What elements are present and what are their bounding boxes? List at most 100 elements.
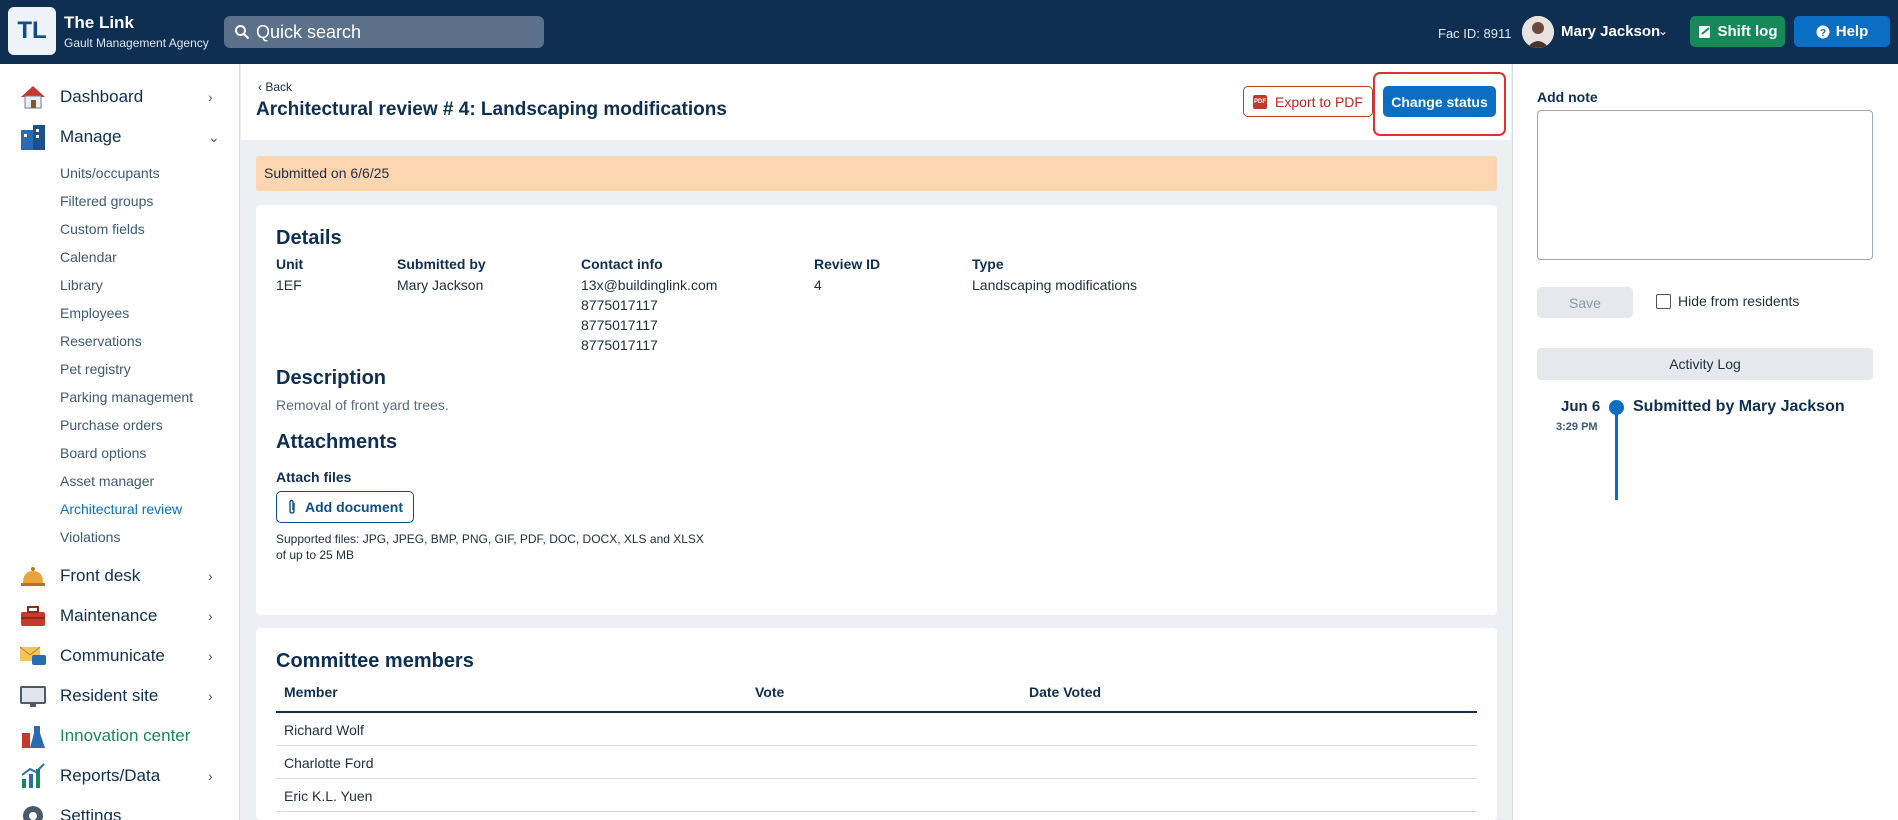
sidebar-item-violations[interactable]: Violations [60,529,120,545]
sidebar-item-custom-fields[interactable]: Custom fields [60,221,145,237]
timeline-entry-text: Submitted by Mary Jackson [1633,398,1845,415]
member-name: Eric K.L. Yuen [284,788,373,804]
hide-from-residents-checkbox[interactable] [1656,294,1671,309]
facility-id: Fac ID: 8911 [1438,26,1512,41]
sidebar-item-resident-site[interactable]: Resident site › [0,677,240,715]
contact-phone: 8775017117 [581,317,658,333]
timeline-time: 3:29 PM [1556,421,1598,433]
chevron-right-icon: › [208,648,213,664]
attachments-heading: Attachments [276,431,398,453]
attach-files-label: Attach files [276,469,352,485]
unit-label: Unit [276,256,304,272]
table-row: Charlotte Ford [276,746,1477,779]
sidebar-item-filtered-groups[interactable]: Filtered groups [60,193,153,209]
sidebar-item-units-occupants[interactable]: Units/occupants [60,165,160,181]
table-row: Eric K.L. Yuen [276,779,1477,812]
app-logo[interactable]: TL [8,7,56,55]
activity-log-header: Activity Log [1537,348,1873,380]
sidebar-item-parking-management[interactable]: Parking management [60,389,193,405]
sidebar-item-reservations[interactable]: Reservations [60,333,142,349]
flask-icon [22,726,45,748]
shift-log-label: Shift log [1717,23,1778,40]
member-name: Richard Wolf [284,722,364,738]
quick-search[interactable] [224,16,544,48]
table-row: Richard Wolf [276,713,1477,746]
chevron-down-icon: ⌄ [208,128,220,145]
brand-name: The Link [64,13,134,32]
pdf-icon: PDF [1253,94,1268,109]
timeline-dot-icon [1609,400,1624,415]
chevron-right-icon: › [208,89,213,105]
timeline-date: Jun 6 [1561,398,1601,415]
top-bar: TL The Link Gault Management Agency Fac … [0,0,1898,64]
add-document-button[interactable]: Add document [276,491,414,523]
submitted-by-label: Submitted by [397,256,486,272]
type-value: Landscaping modifications [972,277,1137,293]
sidebar-item-calendar[interactable]: Calendar [60,249,117,265]
sidebar-item-asset-manager[interactable]: Asset manager [60,473,154,489]
highlight-box [1373,72,1506,136]
help-label: Help [1835,23,1869,40]
question-circle-icon: ? [1816,25,1830,39]
svg-text:?: ? [1820,28,1826,39]
contact-info-label: Contact info [581,256,663,272]
chart-icon [21,763,45,788]
details-heading: Details [276,227,342,249]
type-label: Type [972,256,1004,272]
sidebar-item-board-options[interactable]: Board options [60,445,146,461]
hide-from-residents-label[interactable]: Hide from residents [1678,293,1799,309]
column-header-member: Member [284,684,338,700]
sidebar-item-employees[interactable]: Employees [60,305,129,321]
building-icon [21,125,45,150]
member-name: Charlotte Ford [284,755,374,771]
envelope-chat-icon [19,646,46,665]
note-textarea[interactable] [1537,110,1873,260]
chevron-right-icon: › [208,608,213,624]
sidebar-item-library[interactable]: Library [60,277,103,293]
brand-subtitle: Gault Management Agency [64,36,209,50]
add-note-label: Add note [1537,89,1598,105]
save-button[interactable]: Save [1537,287,1633,318]
sidebar-item-front-desk[interactable]: Front desk › [0,557,240,595]
contact-email: 13x@buildinglink.com [581,277,718,293]
sidebar-item-reports-data[interactable]: Reports/Data › [0,757,240,795]
description-heading: Description [276,367,387,389]
unit-value: 1EF [276,277,302,293]
export-pdf-button[interactable]: PDF Export to PDF [1243,86,1373,117]
file-size-note: of up to 25 MB [276,548,355,562]
submitted-by-value: Mary Jackson [397,277,484,293]
column-header-vote: Vote [755,684,785,700]
notepad-icon [1698,25,1710,38]
sidebar-item-manage[interactable]: Manage ⌄ [0,118,240,156]
chevron-down-icon[interactable]: ⌄ [1658,24,1668,38]
monitor-icon [20,686,46,707]
chevron-right-icon: › [208,688,213,704]
submitted-banner: Submitted on 6/6/25 [256,156,1497,191]
review-id-label: Review ID [814,256,881,272]
avatar[interactable] [1522,16,1554,48]
search-input[interactable] [256,21,536,43]
house-icon [21,86,45,109]
sidebar: Dashboard › Manage ⌄ Units/occupants Fil… [0,64,240,820]
sidebar-item-pet-registry[interactable]: Pet registry [60,361,131,377]
export-pdf-label: Export to PDF [1275,93,1363,110]
user-menu-name[interactable]: Mary Jackson [1561,23,1660,40]
back-link[interactable]: ‹ Back [258,80,292,94]
description-text: Removal of front yard trees. [276,397,449,413]
help-button[interactable]: ? Help [1794,16,1890,47]
column-header-date-voted: Date Voted [1029,684,1102,700]
gear-icon [23,806,43,820]
page-title: Architectural review # 4: Landscaping mo… [256,99,727,120]
committee-heading: Committee members [276,650,474,672]
sidebar-item-maintenance[interactable]: Maintenance › [0,597,240,635]
paperclip-icon [289,499,295,514]
sidebar-item-settings[interactable]: Settings [0,797,240,820]
sidebar-item-architectural-review[interactable]: Architectural review [60,501,182,517]
sidebar-item-purchase-orders[interactable]: Purchase orders [60,417,163,433]
add-document-label: Add document [305,499,403,515]
sidebar-item-dashboard[interactable]: Dashboard › [0,78,240,116]
search-icon [235,25,250,40]
sidebar-item-innovation-center[interactable]: Innovation center [0,717,240,755]
shift-log-button[interactable]: Shift log [1690,16,1785,47]
sidebar-item-communicate[interactable]: Communicate › [0,637,240,675]
